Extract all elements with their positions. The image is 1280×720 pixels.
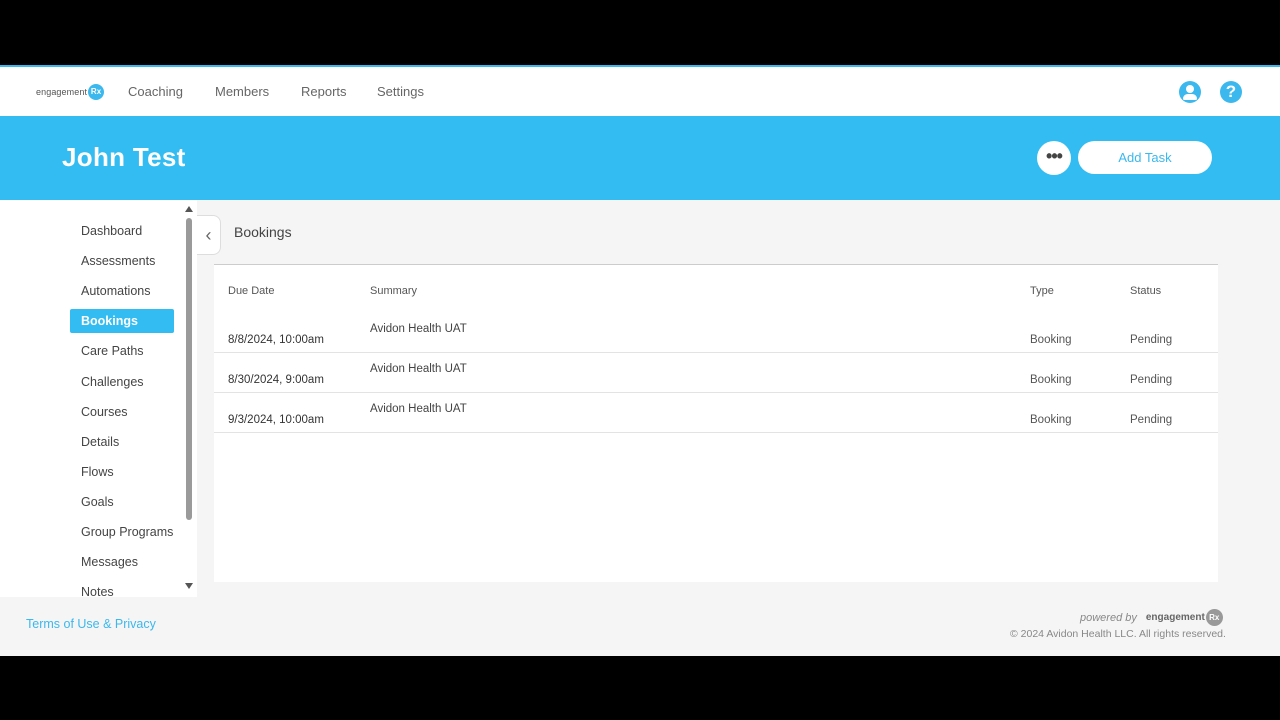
type-cell: Booking xyxy=(1030,374,1072,386)
table-row[interactable]: 9/3/2024, 10:00am Avidon Health UAT Bookin… xyxy=(214,393,1218,433)
table-row[interactable]: 8/8/2024, 10:00am Avidon Health UAT Bookin… xyxy=(214,313,1218,353)
terms-privacy-link[interactable]: Terms of Use & Privacy xyxy=(26,617,156,631)
column-header-type[interactable]: Type xyxy=(1030,285,1054,297)
powered-logo-badge: Rx xyxy=(1205,609,1223,626)
type-cell: Booking xyxy=(1030,414,1072,426)
due-date-cell: 8/8/2024, 10:00am xyxy=(228,334,324,346)
sidebar-item-details[interactable]: Details xyxy=(70,430,174,454)
column-header-due-date[interactable]: Due Date xyxy=(228,285,274,297)
column-header-status[interactable]: Status xyxy=(1130,285,1161,297)
add-task-button[interactable]: Add Task xyxy=(1078,141,1212,174)
sidebar-item-care-paths[interactable]: Care Paths xyxy=(70,339,174,363)
nav-link-reports[interactable]: Reports xyxy=(301,84,347,99)
sidebar-item-bookings[interactable]: Bookings xyxy=(70,309,174,334)
sidebar-item-goals[interactable]: Goals xyxy=(70,490,174,514)
sidebar-scrollbar[interactable] xyxy=(184,200,194,597)
sidebar-item-dashboard[interactable]: Dashboard xyxy=(70,219,174,243)
scroll-up-arrow-icon[interactable] xyxy=(185,206,193,212)
sidebar-item-automations[interactable]: Automations xyxy=(70,279,174,303)
sidebar-item-assessments[interactable]: Assessments xyxy=(70,249,174,273)
nav-link-settings[interactable]: Settings xyxy=(377,84,424,99)
sidebar-item-group-programs[interactable]: Group Programs xyxy=(70,520,174,544)
engagement-rx-logo[interactable]: engagement Rx xyxy=(36,84,105,100)
nav-link-members[interactable]: Members xyxy=(215,84,269,99)
powered-by: powered by engagement Rx xyxy=(1080,609,1223,626)
status-cell: Pending xyxy=(1130,414,1173,426)
page-title: Bookings xyxy=(234,224,292,240)
member-header: John Test ••• Add Task xyxy=(0,116,1280,200)
user-profile-icon[interactable] xyxy=(1179,81,1201,103)
sidebar-item-courses[interactable]: Courses xyxy=(70,400,174,424)
nav-link-coaching[interactable]: Coaching xyxy=(128,84,183,99)
powered-logo-text: engagement xyxy=(1145,612,1205,623)
bookings-table: Due Date Summary Type Status 8/8/2024, 1… xyxy=(214,264,1218,582)
sidebar-item-challenges[interactable]: Challenges xyxy=(70,370,174,394)
sidebar: Dashboard Assessments Automations Bookings C… xyxy=(0,200,197,597)
more-options-button[interactable]: ••• xyxy=(1037,141,1071,175)
scroll-down-arrow-icon[interactable] xyxy=(185,583,193,589)
sidebar-item-messages[interactable]: Messages xyxy=(70,550,174,574)
member-name: John Test xyxy=(62,142,186,172)
top-navigation: engagement Rx Coaching Members Reports S… xyxy=(0,67,1280,116)
help-icon[interactable]: ? xyxy=(1220,81,1242,103)
logo-badge: Rx xyxy=(88,84,105,100)
collapse-sidebar-chevron-left-icon[interactable]: ‹ xyxy=(197,215,221,255)
type-cell: Booking xyxy=(1030,334,1072,346)
sidebar-item-flows[interactable]: Flows xyxy=(70,460,174,484)
due-date-cell: 9/3/2024, 10:00am xyxy=(228,414,324,426)
summary-cell: Avidon Health UAT xyxy=(370,363,467,375)
due-date-cell: 8/30/2024, 9:00am xyxy=(228,374,324,386)
scrollbar-thumb[interactable] xyxy=(186,218,192,520)
table-row[interactable]: 8/30/2024, 9:00am Avidon Health UAT Bookin… xyxy=(214,353,1218,393)
logo-text: engagement xyxy=(36,87,88,97)
copyright: © 2024 Avidon Health LLC. All rights res… xyxy=(1010,628,1226,640)
status-cell: Pending xyxy=(1130,374,1173,386)
summary-cell: Avidon Health UAT xyxy=(370,403,467,415)
summary-cell: Avidon Health UAT xyxy=(370,323,467,335)
status-cell: Pending xyxy=(1130,334,1173,346)
sidebar-item-notes[interactable]: Notes xyxy=(70,580,174,597)
powered-by-text: powered by xyxy=(1080,611,1137,624)
column-header-summary[interactable]: Summary xyxy=(370,285,417,297)
app-window: engagement Rx Coaching Members Reports S… xyxy=(0,65,1280,656)
